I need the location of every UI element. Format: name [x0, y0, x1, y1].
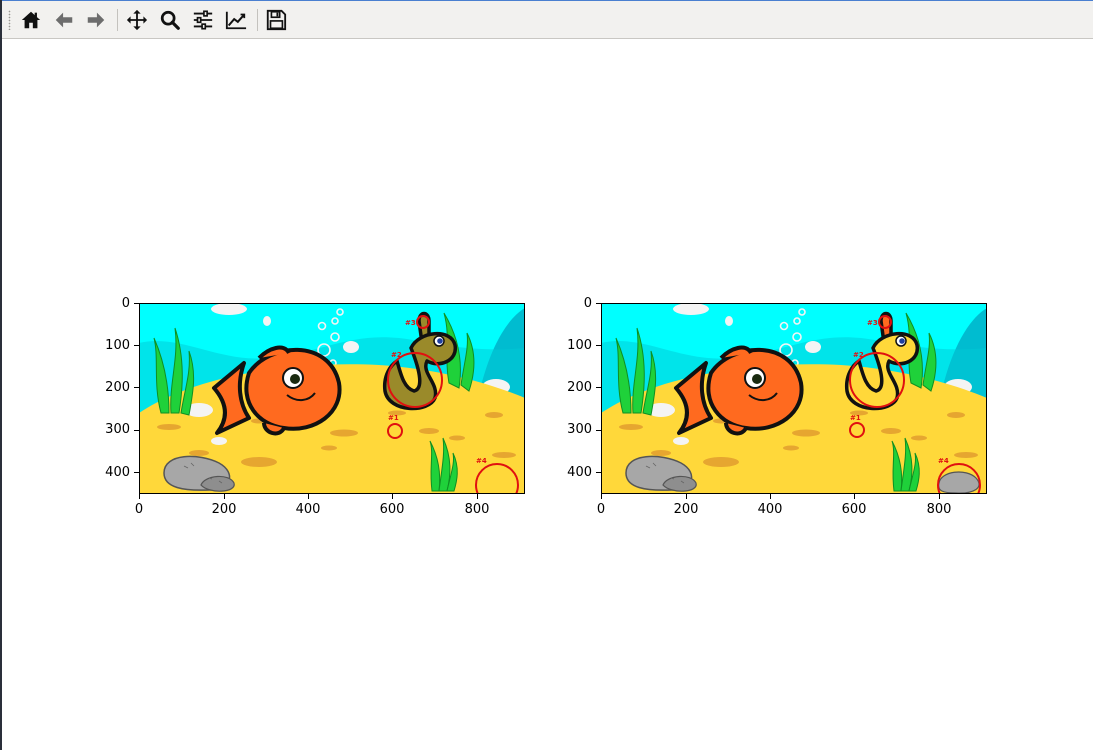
x-tick-mark	[139, 494, 140, 499]
marker-label: #4	[476, 457, 487, 465]
y-tick-label: 0	[583, 296, 592, 311]
marker-label: #3	[405, 319, 416, 327]
y-tick-label: 200	[567, 380, 592, 395]
magnifier-icon	[160, 10, 180, 30]
pan-button[interactable]	[123, 6, 151, 34]
y-tick-label: 400	[567, 465, 592, 480]
move-icon	[126, 9, 148, 31]
underwater-scene-original: #1 #2 #3 #4	[139, 303, 525, 494]
left-subplot-image[interactable]: #1 #2 #3 #4	[139, 303, 525, 494]
y-tick-mark	[596, 345, 601, 346]
y-tick-label: 0	[121, 296, 130, 311]
home-button[interactable]	[17, 6, 45, 34]
navigation-toolbar	[2, 1, 1093, 39]
y-tick-label: 100	[567, 338, 592, 353]
underwater-scene-modified: #1 #2 #3 #4	[601, 303, 987, 494]
y-tick-label: 400	[105, 465, 130, 480]
x-tick-label: 800	[926, 502, 952, 517]
x-tick-mark	[224, 494, 225, 499]
y-tick-mark	[596, 387, 601, 388]
window-left-edge	[0, 0, 2, 750]
marker-label: #2	[853, 351, 864, 359]
home-icon	[21, 11, 41, 29]
arrow-right-icon	[87, 12, 105, 28]
save-button[interactable]	[262, 6, 290, 34]
y-tick-label: 200	[105, 380, 130, 395]
forward-button[interactable]	[82, 6, 110, 34]
x-tick-label: 800	[464, 502, 490, 517]
x-tick-label: 400	[295, 502, 321, 517]
y-tick-mark	[134, 345, 139, 346]
x-tick-mark	[939, 494, 940, 499]
y-tick-mark	[134, 430, 139, 431]
x-tick-mark	[392, 494, 393, 499]
x-tick-mark	[770, 494, 771, 499]
toolbar-separator	[117, 9, 118, 31]
x-tick-mark	[854, 494, 855, 499]
y-tick-mark	[134, 303, 139, 304]
floppy-disk-icon	[266, 9, 287, 31]
y-tick-mark	[134, 472, 139, 473]
configure-subplots-button[interactable]	[189, 6, 217, 34]
x-tick-label: 600	[841, 502, 867, 517]
toolbar-separator	[257, 9, 258, 31]
marker-label: #1	[388, 414, 399, 422]
x-tick-label: 200	[673, 502, 699, 517]
right-subplot-image[interactable]: #1 #2 #3 #4	[601, 303, 987, 494]
x-tick-mark	[686, 494, 687, 499]
x-tick-label: 200	[211, 502, 237, 517]
line-chart-icon	[225, 11, 247, 30]
x-tick-label: 0	[134, 502, 144, 517]
marker-label: #2	[391, 351, 402, 359]
x-tick-label: 400	[757, 502, 783, 517]
y-tick-label: 300	[567, 422, 592, 437]
x-tick-label: 600	[379, 502, 405, 517]
y-tick-mark	[596, 303, 601, 304]
marker-label: #3	[867, 319, 878, 327]
y-tick-label: 100	[105, 338, 130, 353]
y-tick-label: 300	[105, 422, 130, 437]
zoom-button[interactable]	[156, 6, 184, 34]
marker-label: #4	[938, 457, 949, 465]
x-tick-mark	[477, 494, 478, 499]
y-tick-mark	[134, 387, 139, 388]
back-button[interactable]	[50, 6, 78, 34]
sliders-icon	[193, 10, 213, 30]
x-tick-mark	[308, 494, 309, 499]
arrow-left-icon	[55, 12, 73, 28]
x-tick-label: 0	[596, 502, 606, 517]
y-tick-mark	[596, 472, 601, 473]
toolbar-grip[interactable]	[8, 10, 11, 30]
x-tick-mark	[601, 494, 602, 499]
y-tick-mark	[596, 430, 601, 431]
edit-axis-button[interactable]	[222, 6, 250, 34]
marker-label: #1	[850, 414, 861, 422]
